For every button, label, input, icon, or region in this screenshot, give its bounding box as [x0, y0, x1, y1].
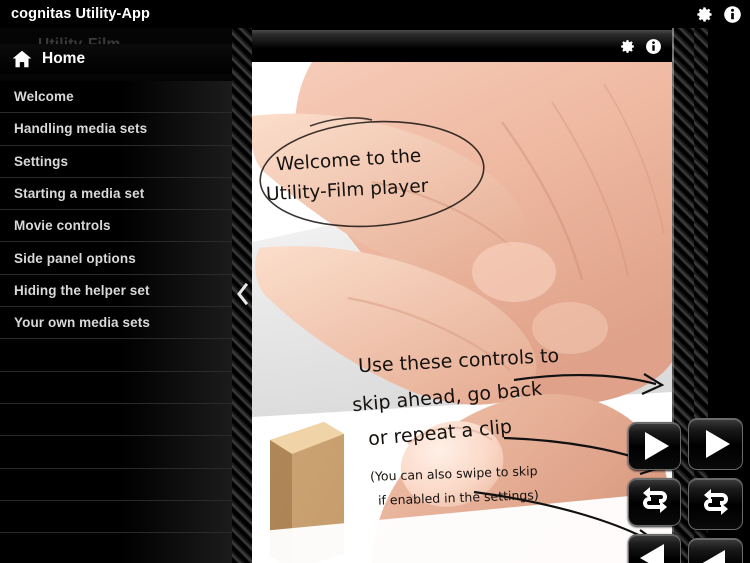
helper-sidebar: Utility-Film Home WelcomeHandling media … [0, 28, 232, 563]
sidebar-collapse-handle[interactable] [232, 273, 252, 315]
repeat-button[interactable] [688, 478, 743, 530]
media-toolbar-actions [619, 38, 662, 55]
sidebar-item-empty [0, 533, 232, 563]
sidebar-item-side-panel-options[interactable]: Side panel options [0, 242, 232, 275]
sidebar-item-empty [0, 500, 232, 534]
sidebar-item-empty [0, 339, 232, 372]
play-icon [706, 430, 730, 458]
sidebar-item-home[interactable]: Home [0, 44, 232, 74]
sidebar-item-your-own-media-sets[interactable]: Your own media sets [0, 307, 232, 340]
gear-icon[interactable] [695, 5, 714, 24]
repeat-icon [700, 488, 732, 521]
title-bar-actions [695, 5, 742, 24]
media-photo[interactable]: Welcome to the Utility-Film player Use t… [252, 62, 672, 563]
repeat-icon [639, 486, 671, 519]
sidebar-item-label: Movie controls [14, 218, 111, 234]
back-button[interactable] [628, 534, 681, 563]
back-icon [640, 544, 664, 563]
sidebar-item-label: Hiding the helper set [14, 282, 150, 298]
info-icon[interactable] [645, 38, 662, 55]
app-stage: Utility-Film Home WelcomeHandling media … [0, 28, 750, 563]
sidebar-item-starting-a-media-set[interactable]: Starting a media set [0, 177, 232, 211]
sidebar-item-empty [0, 436, 232, 469]
info-icon[interactable] [723, 5, 742, 24]
sidebar-home-label: Home [42, 50, 86, 67]
sidebar-item-label: Handling media sets [14, 121, 148, 137]
sidebar-item-movie-controls[interactable]: Movie controls [0, 210, 232, 243]
sidebar-item-label: Side panel options [14, 250, 136, 266]
gear-icon[interactable] [619, 38, 636, 55]
sidebar-item-empty [0, 468, 232, 501]
repeat-button[interactable] [628, 478, 681, 526]
sidebar-item-label: Settings [14, 153, 69, 169]
sidebar-item-settings[interactable]: Settings [0, 145, 232, 178]
play-icon [645, 432, 669, 460]
sidebar-item-empty [0, 403, 232, 437]
sidebar-item-empty [0, 371, 232, 404]
sidebar-item-label: Welcome [14, 89, 74, 105]
sidebar-item-welcome[interactable]: Welcome [0, 81, 232, 114]
back-button[interactable] [688, 538, 743, 563]
play-button[interactable] [628, 422, 681, 470]
sidebar-item-label: Your own media sets [14, 315, 150, 331]
sidebar-item-handling-media-sets[interactable]: Handling media sets [0, 113, 232, 146]
sidebar-nav-list: Welcome Handling media sets Settings Starti… [0, 81, 232, 563]
media-toolbar [252, 30, 672, 62]
sidebar-item-hiding-the-helper-set[interactable]: Hiding the helper set [0, 274, 232, 308]
play-button[interactable] [688, 418, 743, 470]
outer-controls [688, 418, 743, 563]
home-icon [11, 48, 33, 70]
media-player-panel: Welcome to the Utility-Film player Use t… [252, 28, 672, 563]
app-title-bar: cognitas Utility-App [0, 0, 750, 28]
sidebar-item-label: Starting a media set [14, 186, 145, 202]
app-title: cognitas Utility-App [11, 6, 150, 22]
back-icon [701, 550, 725, 563]
inner-controls [628, 422, 681, 563]
